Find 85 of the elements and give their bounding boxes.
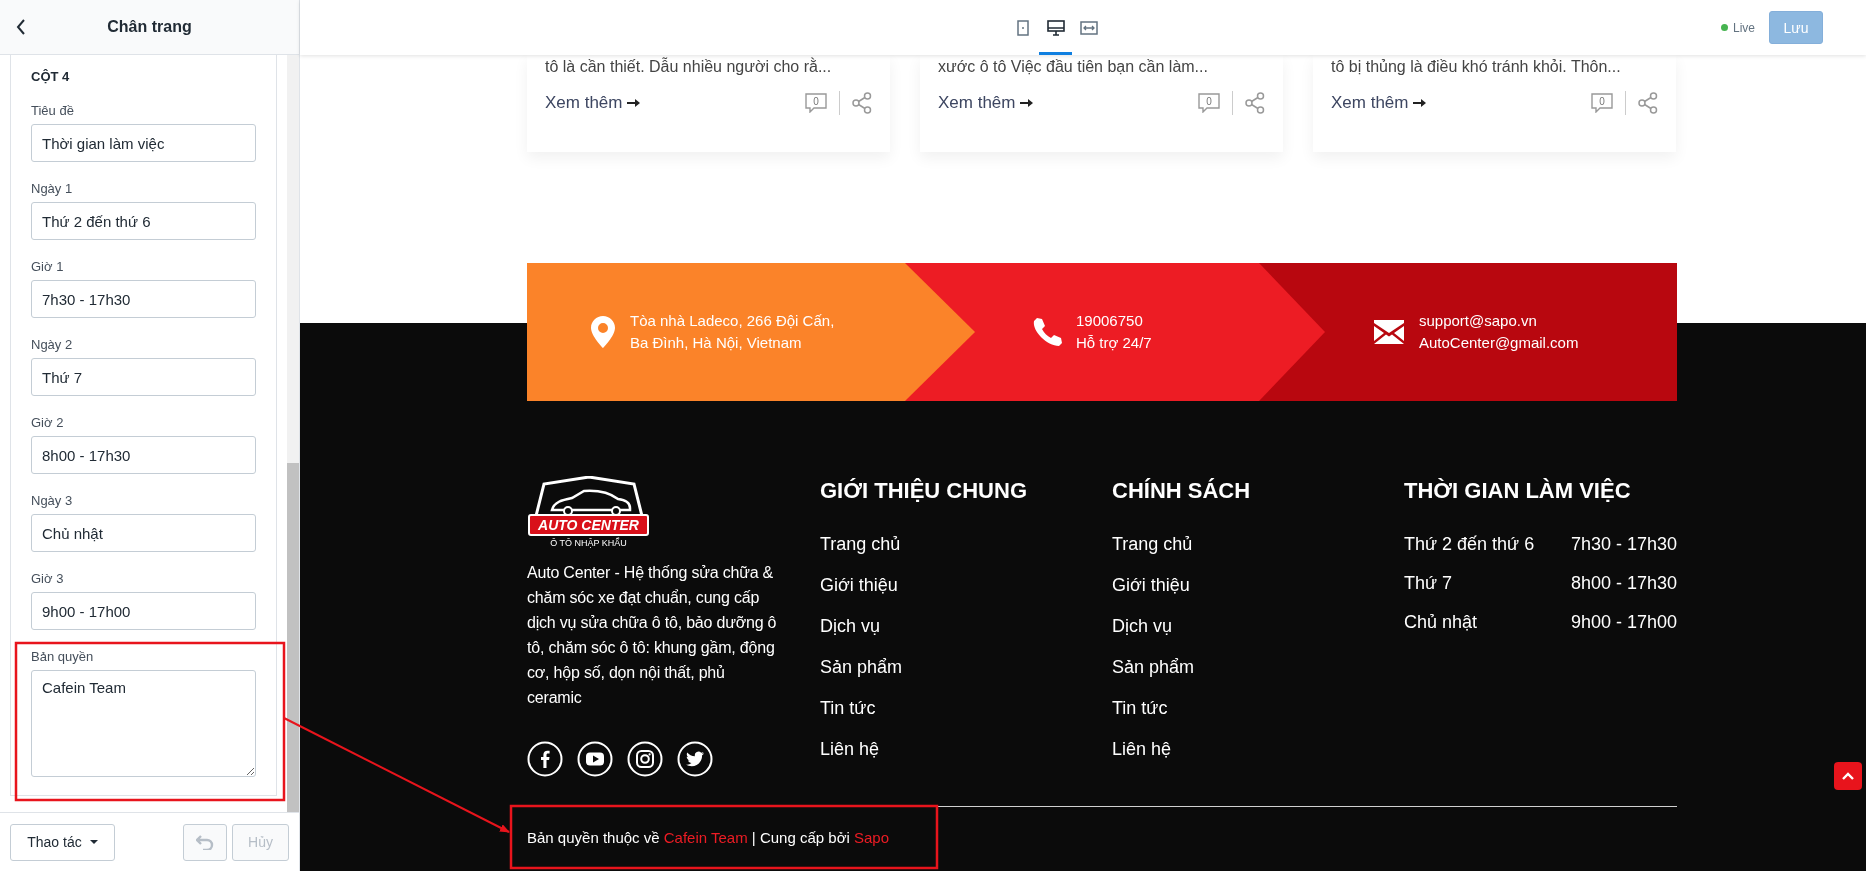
share-icon[interactable] [1638, 92, 1658, 114]
copyright-text: Bản quyền thuộc về Cafein Team | Cung cấp bởi Sapo [527, 829, 890, 846]
contact-text: 19006750 [1076, 311, 1144, 331]
chevron-left-icon [16, 19, 26, 35]
contact-text: support@sapo.vn [1419, 311, 1538, 331]
tablet-icon [1016, 19, 1029, 36]
field-label: Ngày 1 [31, 181, 73, 196]
working-hours: 9h00 - 17h00 [1571, 611, 1678, 633]
text-field[interactable]: Thứ 2 đến thứ 6 [31, 202, 256, 240]
footer-link[interactable]: Trang chủ [1112, 533, 1193, 555]
footer-description: Auto Center - Hệ thống sửa chữa & chăm sóc xe đạt chuẩn, cung cấp dịch vụ sửa chữa ô tô, bảo dưỡng ô tô, chăm sóc ô tô: khung gầm, động cơ, hộp số, dọn nội thất, phủ ceramic [527, 563, 777, 708]
text-field[interactable]: 7h30 - 17h30 [31, 280, 256, 318]
logo-tagline: Ô TÔ NHẬP KHẨU [550, 538, 627, 548]
read-more-link[interactable]: Xem thêm [938, 93, 1034, 113]
actions-button[interactable]: Thao tác [10, 823, 115, 861]
comment-icon [805, 93, 827, 113]
article-excerpt: xước ô tô Việc đầu tiên bạn cần làm... [938, 57, 1209, 77]
instagram-icon[interactable] [627, 741, 663, 777]
text-field[interactable]: Thứ 7 [31, 358, 256, 396]
footer-link[interactable]: Giới thiệu [820, 574, 898, 596]
arrow-right-icon [1020, 99, 1034, 107]
field-label: Tiêu đề [31, 103, 74, 118]
scroll-top-button[interactable] [1834, 762, 1862, 790]
caret-up-icon [1842, 772, 1854, 780]
text-field[interactable]: 8h00 - 17h30 [31, 436, 256, 474]
footer-link[interactable]: Tin tức [1112, 697, 1168, 719]
facebook-icon[interactable] [527, 741, 563, 777]
field-label: Giờ 1 [31, 259, 64, 274]
working-hours: 8h00 - 17h30 [1571, 572, 1678, 594]
status-dot [1721, 24, 1728, 31]
logo-title: AUTO CENTER [528, 514, 649, 536]
footer-link[interactable]: Sản phẩm [1112, 656, 1195, 678]
footer-link[interactable]: Giới thiệu [1112, 574, 1190, 596]
scrollbar-thumb[interactable] [287, 463, 299, 812]
footer-link[interactable]: Dịch vụ [820, 615, 881, 637]
text-field[interactable]: 9h00 - 17h00 [31, 592, 256, 630]
share-icon[interactable] [852, 92, 872, 114]
expand-width-icon [1079, 20, 1098, 35]
working-day: Thứ 2 đến thứ 6 [1404, 533, 1571, 555]
field-label: Ngày 3 [31, 493, 73, 508]
text-area[interactable]: Cafein Team [31, 670, 256, 777]
working-day: Chủ nhật [1404, 611, 1571, 633]
share-icon[interactable] [1245, 92, 1265, 114]
read-more-link[interactable]: Xem thêm [1331, 93, 1427, 113]
text-field[interactable]: Chủ nhật [31, 514, 256, 552]
article-excerpt: tô là cần thiết. Dẫu nhiều người cho rằ... [545, 57, 833, 77]
footer-link[interactable]: Trang chủ [820, 533, 901, 555]
footer-link[interactable]: Liên hệ [1112, 738, 1172, 760]
arrow-right-icon [1413, 99, 1427, 107]
footer-link[interactable]: Sản phẩm [820, 656, 903, 678]
envelope-icon [1373, 319, 1405, 345]
footer-heading: GIỚI THIỆU CHUNG [820, 478, 1027, 504]
footer-heading: CHÍNH SÁCH [1112, 478, 1251, 504]
footer-heading: THỜI GIAN LÀM VIỆC [1404, 478, 1631, 504]
comment-icon [1591, 93, 1613, 113]
article-excerpt: tô bị thủng là điều khó tránh khỏi. Thôn... [1331, 57, 1622, 77]
desktop-icon [1046, 19, 1065, 36]
panel-title: Chân trang [106, 18, 193, 36]
footer-link[interactable]: Dịch vụ [1112, 615, 1173, 637]
comment-count: 0 [1206, 95, 1212, 107]
text-field[interactable]: Thời gian làm việc [31, 124, 256, 162]
field-label: Bản quyền [31, 649, 94, 664]
contact-text: Tòa nhà Ladeco, 266 Đội Cấn, [630, 311, 835, 331]
youtube-icon[interactable] [577, 741, 613, 777]
contact-text: Ba Đình, Hà Nội, Vietnam [630, 333, 803, 353]
footer-link[interactable]: Tin tức [820, 697, 876, 719]
status-label: Live [1733, 20, 1755, 35]
arrow-right-icon [627, 99, 641, 107]
location-pin-icon [590, 315, 616, 349]
working-day: Thứ 7 [1404, 572, 1571, 594]
field-label: Giờ 2 [31, 415, 64, 430]
undo-icon [196, 834, 214, 850]
comment-count: 0 [813, 95, 819, 107]
field-label: Ngày 2 [31, 337, 73, 352]
twitter-icon[interactable] [677, 741, 713, 777]
field-label: Giờ 3 [31, 571, 64, 586]
working-hours: 7h30 - 17h30 [1571, 533, 1678, 555]
comment-count: 0 [1599, 95, 1605, 107]
footer-link[interactable]: Liên hệ [820, 738, 880, 760]
section-heading: CỘT 4 [31, 69, 70, 84]
comment-icon [1198, 93, 1220, 113]
caret-icon [89, 840, 98, 844]
contact-text: Hỗ trợ 24/7 [1076, 333, 1152, 353]
read-more-link[interactable]: Xem thêm [545, 93, 641, 113]
contact-text: AutoCenter@gmail.com [1419, 333, 1579, 353]
